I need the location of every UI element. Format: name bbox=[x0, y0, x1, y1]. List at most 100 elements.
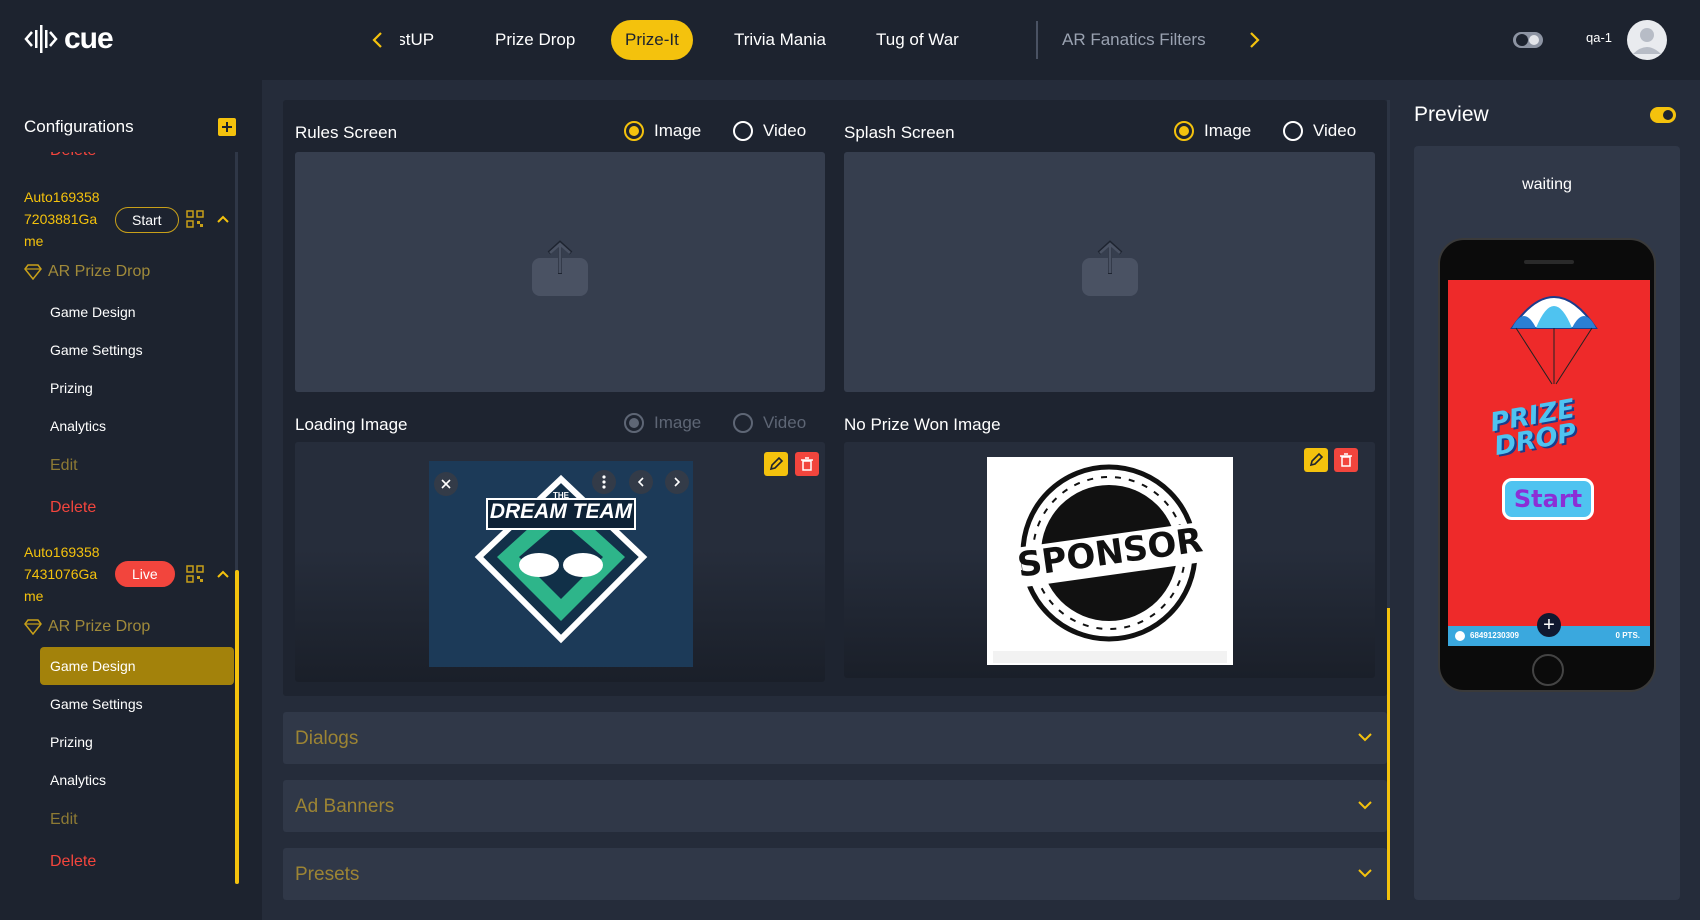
sidebar-item-game-design-active[interactable]: Game Design bbox=[40, 647, 234, 685]
delete-link[interactable]: Delete bbox=[50, 499, 96, 517]
username: qa-1 bbox=[1586, 30, 1613, 45]
delete-link[interactable]: Delete bbox=[50, 853, 96, 871]
game-type-label: AR Prize Drop bbox=[48, 618, 151, 635]
chevron-down-icon bbox=[1358, 801, 1372, 810]
sidebar-item-game-settings[interactable]: Game Settings bbox=[50, 696, 143, 712]
no-prize-image-box[interactable]: SPONSOR bbox=[844, 442, 1375, 678]
rules-image-radio[interactable]: Image bbox=[624, 121, 701, 141]
add-configuration-button[interactable] bbox=[218, 118, 236, 136]
sidebar-scrollbar-thumb[interactable] bbox=[235, 570, 239, 884]
prize-drop-logo: PRIZE DROP bbox=[1488, 394, 1580, 462]
edit-image-button[interactable] bbox=[1304, 448, 1328, 472]
chevron-down-icon bbox=[1358, 733, 1372, 742]
delete-image-button[interactable] bbox=[795, 452, 819, 476]
game-name-1[interactable]: Auto169358 7203881Ga me bbox=[24, 186, 114, 252]
chevron-left-icon[interactable] bbox=[368, 28, 388, 52]
parachute-icon bbox=[1510, 296, 1598, 385]
sponsor-image: SPONSOR bbox=[987, 457, 1233, 665]
radio-label: Image bbox=[654, 413, 702, 432]
game-name-line: me bbox=[24, 233, 44, 249]
sidebar-item-analytics[interactable]: Analytics bbox=[50, 418, 106, 434]
top-bar: cue BoostUP Prize Drop Prize-It Trivia M… bbox=[0, 0, 1700, 80]
sidebar-item-analytics[interactable]: Analytics bbox=[50, 772, 106, 788]
main-scrollbar-thumb[interactable] bbox=[1387, 608, 1390, 900]
chevron-up-icon[interactable] bbox=[216, 214, 230, 224]
tab-trivia-mania[interactable]: Trivia Mania bbox=[734, 20, 826, 60]
splash-screen-upload[interactable] bbox=[844, 152, 1375, 392]
rules-video-radio[interactable]: Video bbox=[733, 121, 806, 141]
chevron-up-icon[interactable] bbox=[216, 569, 230, 579]
preview-title: Preview bbox=[1414, 103, 1489, 126]
preview-toggle[interactable] bbox=[1650, 107, 1676, 123]
edit-link[interactable]: Edit bbox=[50, 811, 78, 829]
splash-video-radio[interactable]: Video bbox=[1283, 121, 1356, 141]
game-name-line: Auto169358 bbox=[24, 189, 100, 205]
rules-screen-upload[interactable] bbox=[295, 152, 825, 392]
game-type-1[interactable]: AR Prize Drop bbox=[24, 263, 150, 281]
splash-image-radio[interactable]: Image bbox=[1174, 121, 1251, 141]
radio-label: Image bbox=[1204, 121, 1252, 140]
upload-icon bbox=[532, 240, 588, 296]
pencil-icon bbox=[1309, 452, 1324, 467]
ad-banners-accordion[interactable]: Ad Banners bbox=[283, 780, 1387, 832]
tab-ar-fanatics-filters[interactable]: AR Fanatics Filters bbox=[1062, 20, 1206, 60]
delete-link-top[interactable]: Delete bbox=[50, 152, 96, 160]
sidebar-item-prizing[interactable]: Prizing bbox=[50, 734, 93, 750]
radio-dot bbox=[624, 413, 644, 433]
live-badge[interactable]: Live bbox=[115, 561, 175, 587]
dream-team-image: THE DREAM TEAM bbox=[429, 461, 693, 667]
phone-plus-button[interactable]: + bbox=[1537, 613, 1561, 637]
chevron-left-icon bbox=[637, 477, 644, 487]
qr-code-icon[interactable] bbox=[186, 210, 204, 228]
loading-image-box[interactable]: THE DREAM TEAM bbox=[295, 442, 825, 682]
tab-tug-of-war[interactable]: Tug of War bbox=[876, 20, 959, 60]
phone-start-button[interactable]: Start bbox=[1502, 478, 1594, 520]
presets-accordion[interactable]: Presets bbox=[283, 848, 1387, 900]
radio-label: Video bbox=[1313, 121, 1357, 140]
chevron-down-icon bbox=[1358, 869, 1372, 878]
sidebar-item-prizing[interactable]: Prizing bbox=[50, 380, 93, 396]
game-type-2[interactable]: AR Prize Drop bbox=[24, 618, 150, 636]
dialogs-accordion[interactable]: Dialogs bbox=[283, 712, 1387, 764]
phone-home-button bbox=[1532, 654, 1564, 686]
user-avatar-icon bbox=[1633, 28, 1661, 54]
qr-code-icon[interactable] bbox=[186, 565, 204, 583]
trash-icon bbox=[1340, 453, 1352, 467]
image-next-button[interactable] bbox=[665, 470, 689, 494]
edit-image-button[interactable] bbox=[764, 452, 788, 476]
radio-dot bbox=[624, 121, 644, 141]
trash-icon bbox=[801, 457, 813, 471]
diamond-icon bbox=[24, 619, 42, 635]
tab-divider bbox=[1036, 21, 1038, 59]
avatar[interactable] bbox=[1627, 20, 1667, 60]
player-points: 0 PTS. bbox=[1615, 631, 1640, 640]
close-image-button[interactable] bbox=[434, 472, 458, 496]
tab-prize-it[interactable]: Prize-It bbox=[611, 20, 693, 60]
tab-prize-drop[interactable]: Prize Drop bbox=[495, 20, 575, 60]
sidebar-title: Configurations bbox=[24, 117, 134, 136]
edit-link[interactable]: Edit bbox=[50, 457, 78, 475]
clipped-delete-container: Delete bbox=[50, 152, 130, 162]
sidebar-item-game-settings[interactable]: Game Settings bbox=[50, 342, 143, 358]
radio-dot bbox=[1174, 121, 1194, 141]
radio-label: Image bbox=[654, 121, 702, 140]
theme-toggle-icon[interactable] bbox=[1512, 30, 1544, 50]
cue-logo[interactable]: cue bbox=[24, 22, 114, 56]
soundwave-logo-icon bbox=[24, 25, 58, 53]
dream-team-subtext: THE bbox=[553, 491, 569, 500]
rules-screen-title: Rules Screen bbox=[295, 123, 398, 142]
start-button[interactable]: Start bbox=[115, 207, 179, 233]
delete-image-button[interactable] bbox=[1334, 448, 1358, 472]
preview-status: waiting bbox=[1522, 176, 1572, 193]
tab-clip: BoostUP bbox=[400, 20, 448, 60]
pencil-icon bbox=[769, 456, 784, 471]
image-more-button[interactable] bbox=[592, 470, 616, 494]
game-name-2[interactable]: Auto169358 7431076Ga me bbox=[24, 541, 114, 607]
game-name-line: Auto169358 bbox=[24, 544, 100, 560]
game-type-label: AR Prize Drop bbox=[48, 263, 151, 280]
sidebar-item-game-design[interactable]: Game Design bbox=[50, 304, 136, 320]
accordion-label: Ad Banners bbox=[295, 796, 395, 817]
tab-boostup[interactable]: BoostUP bbox=[400, 20, 434, 60]
chevron-right-icon[interactable] bbox=[1244, 28, 1264, 52]
image-prev-button[interactable] bbox=[629, 470, 653, 494]
